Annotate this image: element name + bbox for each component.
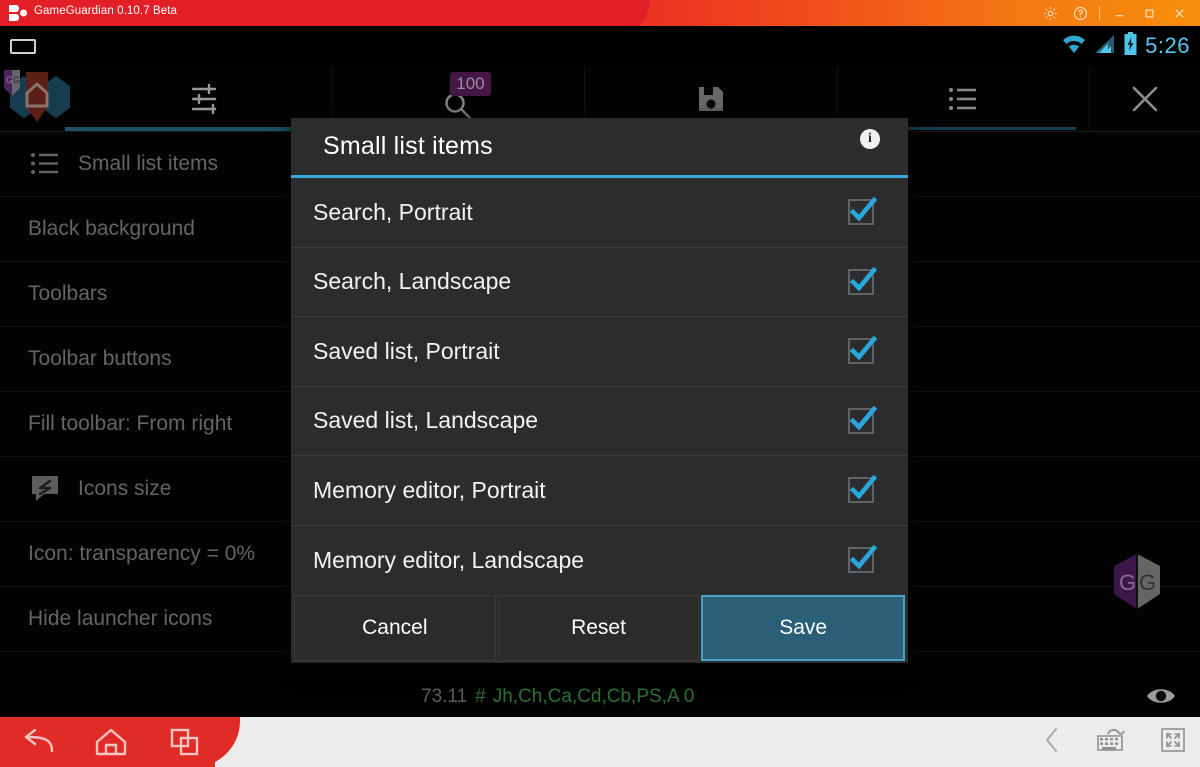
dialog-header: Small list items i [291,118,908,178]
svg-text:G: G [13,75,20,85]
settings-row-label: Fill toolbar: From right [28,412,233,435]
dialog-row-memory-editor-landscape[interactable]: Memory editor, Landscape [291,526,908,591]
android-status-bar: 5:26 [0,26,1200,66]
dialog-footer: Cancel Reset Save [291,593,908,663]
window-title-bar: GameGuardian 0.10.7 Beta [0,0,1200,26]
home-icon[interactable] [74,717,148,767]
chevron-left-icon[interactable] [1042,727,1062,758]
settings-row-label: Black background [28,217,195,240]
android-nav-bar [0,717,1200,767]
dialog-row-saved-list-portrait[interactable]: Saved list, Portrait [291,317,908,387]
resize-icon [28,472,62,506]
dialog-row-label: Saved list, Landscape [313,407,539,434]
settings-row-label: Toolbar buttons [28,347,172,370]
dialog-row-saved-list-landscape[interactable]: Saved list, Landscape [291,387,908,456]
checkbox-search-portrait[interactable] [848,197,878,226]
eye-icon[interactable] [1146,685,1176,712]
back-icon[interactable] [0,717,74,767]
save-button[interactable]: Save [701,595,906,661]
bottom-status-bar: 73.11 # Jh,Ch,Ca,Cd,Cb,PS,A 0 [0,677,1200,717]
settings-row-label: Toolbars [28,282,108,305]
checkbox-saved-list-landscape[interactable] [848,405,878,434]
dialog-row-search-landscape[interactable]: Search, Landscape [291,248,908,317]
svg-text:G: G [1119,570,1136,595]
dialog-options-list: Search, Portrait Search, Landscape Saved… [291,178,908,590]
window-title: GameGuardian 0.10.7 Beta [34,5,178,17]
close-window-icon[interactable] [1164,0,1194,26]
dialog-row-label: Memory editor, Landscape [313,546,585,573]
tab-indicator-secondary [908,127,1076,130]
bluestacks-logo-icon [8,4,28,22]
svg-text:G: G [6,75,13,85]
list-icon [28,147,62,181]
status-clock: 5:26 [1145,33,1190,58]
battery-charging-icon [1123,31,1138,61]
recents-icon[interactable] [148,717,222,767]
search-result-count-badge: 100 [450,72,491,96]
settings-row-label: Hide launcher icons [28,607,213,630]
dialog-row-label: Saved list, Portrait [313,337,500,364]
dialog-row-search-portrait[interactable]: Search, Portrait [291,178,908,248]
status-flags: Jh,Ch,Ca,Cd,Cb,PS,A 0 [492,686,695,707]
nav-buttons [0,717,230,767]
bluestacks-nav-controls [1042,717,1186,767]
minimize-icon[interactable] [1104,0,1134,26]
settings-row-label: Small list items [78,152,219,175]
small-list-items-dialog: Small list items i Search, Portrait Sear… [291,118,908,663]
fullscreen-icon[interactable] [1160,727,1186,758]
dialog-row-memory-editor-portrait[interactable]: Memory editor, Portrait [291,456,908,526]
help-icon[interactable] [1065,0,1095,26]
settings-row-label: Icons size [78,477,172,500]
reset-button[interactable]: Reset [497,595,700,661]
status-indicators: 5:26 [1061,26,1190,66]
status-screen-icon [10,39,36,54]
checkbox-saved-list-portrait[interactable] [848,336,878,365]
dialog-row-label: Search, Portrait [313,198,473,225]
close-icon[interactable] [1090,66,1200,132]
checkbox-memory-editor-landscape[interactable] [848,545,878,574]
checkbox-memory-editor-portrait[interactable] [848,475,878,504]
dialog-row-label: Memory editor, Portrait [313,476,546,503]
signal-icon [1094,33,1116,60]
keyboard-icon[interactable] [1096,727,1126,758]
maximize-icon[interactable] [1134,0,1164,26]
gg-watermark-icon: G G [1110,552,1164,612]
status-hash: # [475,686,486,707]
status-value: 73.11 [421,686,468,707]
wifi-icon [1061,33,1087,60]
control-divider [1099,6,1100,20]
info-icon[interactable]: i [860,129,880,149]
dialog-title: Small list items [323,132,493,160]
settings-row-label: Icon: transparency = 0% [28,542,256,565]
window-controls [1035,0,1194,26]
svg-text:G: G [1139,570,1156,595]
gg-home-overlay-icon[interactable]: G G [0,66,80,132]
checkbox-search-landscape[interactable] [848,266,878,295]
dialog-row-label: Search, Landscape [313,268,512,295]
title-bar-red-curve [590,0,650,26]
cancel-button[interactable]: Cancel [294,595,496,661]
settings-gear-icon[interactable] [1035,0,1065,26]
